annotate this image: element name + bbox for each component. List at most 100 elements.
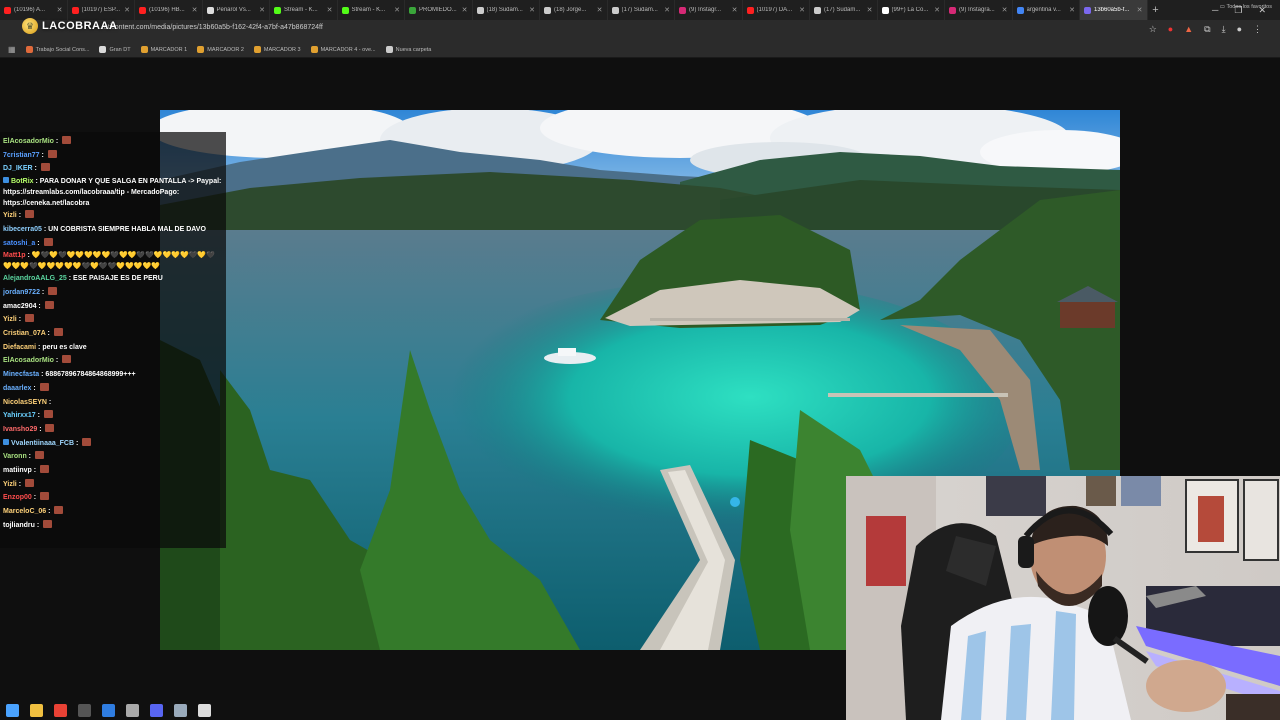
extensions-icon[interactable]: ⧉ [1204, 24, 1210, 35]
chat-username[interactable]: Varonn [3, 453, 27, 460]
browser-tab[interactable]: (10197) ESP... ✕ [68, 0, 135, 20]
extension-red-icon[interactable]: ● [1168, 24, 1173, 35]
tab-label: 13b60a5b-f... [1094, 7, 1130, 13]
star-icon[interactable]: ☆ [1149, 24, 1157, 35]
tab-close-icon[interactable]: ✕ [597, 6, 603, 14]
tab-close-icon[interactable]: ✕ [462, 6, 468, 14]
tab-close-icon[interactable]: ✕ [799, 6, 805, 14]
bookmark-item[interactable]: MARCADOR 4 - ove... [310, 46, 376, 53]
tab-favicon-icon [814, 6, 821, 14]
minimize-icon[interactable]: ─ [1212, 5, 1218, 15]
browser-tab[interactable]: Stream - K... ✕ [338, 0, 405, 20]
chat-emote-icon [43, 410, 53, 419]
chat-username[interactable]: MarceloC_06 [3, 508, 46, 515]
chat-username[interactable]: Vvalentiinaaa_FCB [11, 440, 74, 447]
menu-icon[interactable]: ⋮ [1253, 24, 1262, 35]
app-chrome2-icon[interactable] [126, 703, 139, 717]
chat-username[interactable]: DJ_IKER [3, 165, 33, 172]
browser-tab[interactable]: (9) Instagra... ✕ [945, 0, 1013, 20]
file-explorer-icon[interactable] [30, 703, 43, 717]
bookmark-item[interactable]: Nueva carpeta [385, 46, 431, 53]
browser-tab[interactable]: (18) Sudam... ✕ [473, 0, 540, 20]
obs-icon[interactable] [78, 703, 91, 717]
chat-message: Varonn : [3, 450, 223, 464]
profile-avatar-icon[interactable]: ● [1237, 24, 1242, 35]
tab-close-icon[interactable]: ✕ [1137, 6, 1143, 14]
chat-username[interactable]: Diefacami [3, 344, 36, 351]
chat-username[interactable]: Enzop00 [3, 494, 32, 501]
tab-close-icon[interactable]: ✕ [394, 6, 400, 14]
chat-username[interactable]: Yizli [3, 316, 17, 323]
browser-tab[interactable]: argentina v... ✕ [1013, 0, 1080, 20]
browser-tab[interactable]: Peñarol Vs... ✕ [203, 0, 270, 20]
browser-tab[interactable]: PROMIEDO... ✕ [405, 0, 473, 20]
chat-username[interactable]: NicolasSEYN [3, 399, 47, 406]
tab-close-icon[interactable]: ✕ [259, 6, 265, 14]
windows-start-icon[interactable] [6, 703, 19, 717]
tab-close-icon[interactable]: ✕ [732, 6, 738, 14]
chat-emote-icon [53, 328, 63, 337]
chat-username[interactable]: satoshi_a [3, 240, 35, 247]
tab-close-icon[interactable]: ✕ [934, 6, 940, 14]
tab-close-icon[interactable]: ✕ [664, 6, 670, 14]
tab-close-icon[interactable]: ✕ [867, 6, 873, 14]
chat-username[interactable]: Cristian_07A [3, 330, 46, 337]
browser-tab[interactable]: (18) Jorge... ✕ [540, 0, 608, 20]
tab-close-icon[interactable]: ✕ [1002, 6, 1008, 14]
chat-username[interactable]: Yizli [3, 481, 17, 488]
bookmark-item[interactable]: Gran DT [99, 46, 131, 53]
user-badge-icon [3, 438, 9, 445]
download-icon[interactable]: ⤓ [1222, 24, 1226, 35]
app-blue-icon[interactable] [102, 703, 115, 717]
tab-favicon-icon [71, 6, 79, 14]
browser-tab[interactable]: (17) Sudam... ✕ [810, 0, 878, 20]
chat-separator: : [39, 288, 47, 296]
tab-close-icon[interactable]: ✕ [327, 6, 333, 14]
chrome-icon[interactable] [54, 703, 67, 717]
chat-username[interactable]: AlejandroAALG_25 [3, 275, 67, 282]
tab-close-icon[interactable]: ✕ [57, 6, 63, 14]
browser-tab[interactable]: (9) Instagr... ✕ [675, 0, 743, 20]
chat-username[interactable]: kibecerra05 [3, 226, 42, 233]
chat-username[interactable]: Yizli [3, 212, 17, 219]
browser-tab[interactable]: Stream - K... ✕ [270, 0, 338, 20]
chat-username[interactable]: jordan9722 [3, 289, 40, 296]
chat-separator: : [31, 467, 39, 475]
tab-close-icon[interactable]: ✕ [124, 6, 130, 14]
chat-username[interactable]: Minecfasta [3, 371, 39, 378]
chat-username[interactable]: matiinvp [3, 467, 32, 474]
browser-tab[interactable]: (10196) A... ✕ [0, 0, 68, 20]
browser-tab[interactable]: (10197) DA... ✕ [743, 0, 810, 20]
browser-tab[interactable]: (10196) HB... ✕ [135, 0, 203, 20]
tab-close-icon[interactable]: ✕ [192, 6, 198, 14]
chat-username[interactable]: ElAcosadorMio [3, 357, 54, 364]
extension-orange-icon[interactable]: ▲ [1184, 24, 1193, 35]
discord-icon[interactable] [150, 703, 163, 717]
tab-favicon-icon [949, 6, 956, 14]
chat-username[interactable]: Matt1p [3, 252, 26, 259]
new-tab-button[interactable]: + [1148, 4, 1164, 16]
browser-tab[interactable]: (99+) La Co... ✕ [878, 0, 945, 20]
tab-close-icon[interactable]: ✕ [529, 6, 535, 14]
browser-tab[interactable]: (17) Sudam... ✕ [608, 0, 675, 20]
chat-username[interactable]: BotRix [11, 178, 34, 185]
browser-tab[interactable]: 13b60a5b-f... ✕ [1080, 0, 1148, 20]
url-field[interactable]: ...aticontent.com/media/pictures/13b60a5… [98, 24, 323, 31]
bookmark-item[interactable]: MARCADOR 3 [253, 46, 301, 53]
chat-emote-icon [40, 492, 50, 501]
chat-username[interactable]: amac2904 [3, 303, 36, 310]
app-square-icon[interactable] [198, 703, 211, 717]
app-files-icon[interactable] [174, 703, 187, 717]
bookmark-item[interactable]: Trabajo Social Cons... [25, 46, 89, 53]
chat-username[interactable]: 7cristian77 [3, 152, 40, 159]
chat-username[interactable]: tojliandru [3, 522, 35, 529]
all-bookmarks[interactable]: ▭ Todos los favoritos [1220, 4, 1272, 10]
tab-close-icon[interactable]: ✕ [1069, 6, 1075, 14]
apps-icon[interactable]: ▦ [8, 45, 16, 54]
bookmark-item[interactable]: MARCADOR 1 [140, 46, 187, 53]
chat-username[interactable]: daaarlex [3, 385, 31, 392]
chat-username[interactable]: Ivansho29 [3, 426, 37, 433]
chat-username[interactable]: ElAcosadorMio [3, 138, 54, 145]
bookmark-item[interactable]: MARCADOR 2 [197, 46, 244, 53]
chat-username[interactable]: Yahirxx17 [3, 412, 36, 419]
